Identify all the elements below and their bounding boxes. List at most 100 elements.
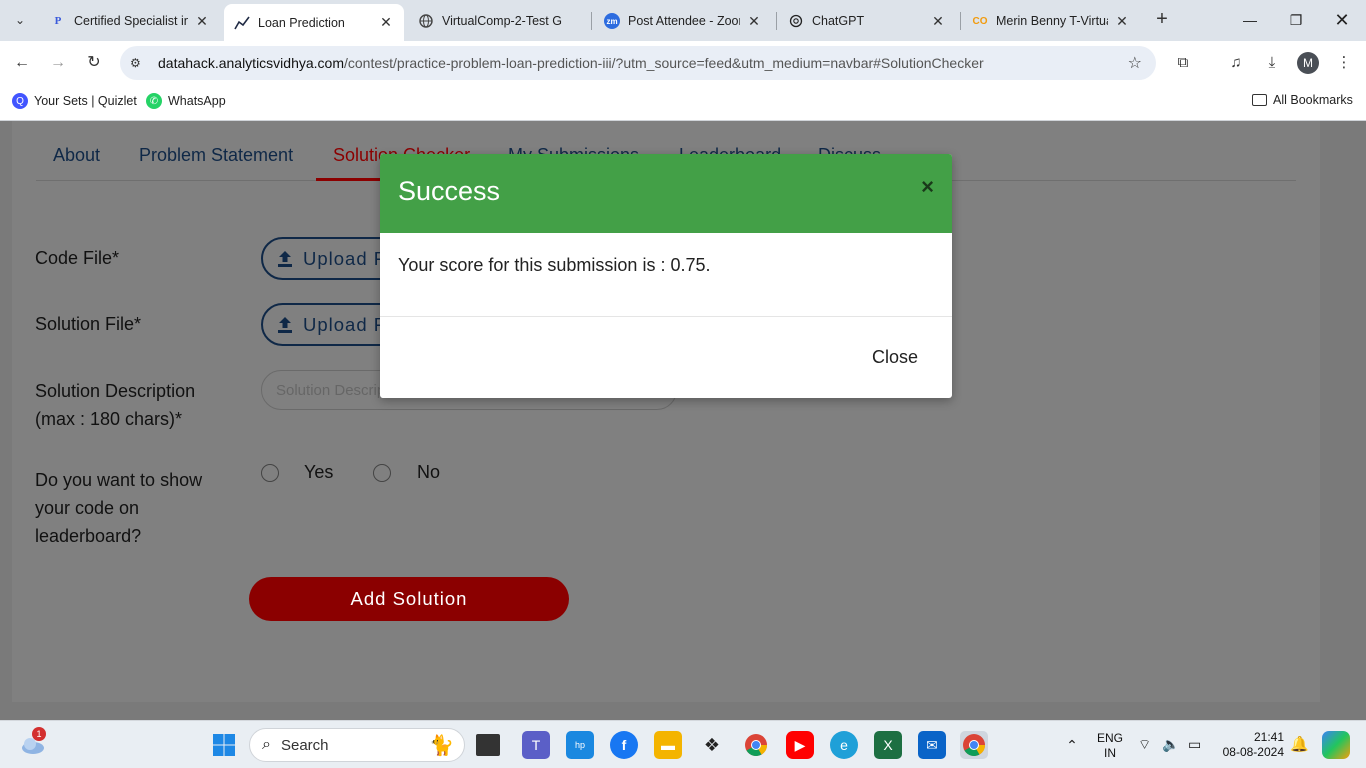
- arrow-left-icon: ←: [14, 54, 30, 71]
- url-text: datahack.analyticsvidhya.com/contest/pra…: [158, 55, 984, 71]
- score-message: Your score for this submission is : 0.75…: [398, 255, 711, 275]
- tab-chatgpt[interactable]: ChatGPT ✕: [778, 6, 956, 36]
- youtube-icon[interactable]: ▶: [786, 731, 814, 759]
- solution-file-label: Solution File*: [35, 314, 142, 334]
- close-window-button[interactable]: ✕: [1322, 8, 1362, 32]
- show-code-no-radio[interactable]: [373, 464, 391, 482]
- tab-problem-statement[interactable]: Problem Statement: [139, 145, 293, 166]
- facebook-icon[interactable]: f: [610, 731, 638, 759]
- p-favicon-icon: P: [54, 15, 62, 27]
- tab-loan-prediction[interactable]: Loan Prediction ✕: [224, 4, 404, 41]
- extensions-icon[interactable]: ⧉: [1171, 51, 1195, 75]
- new-tab-button[interactable]: +: [1150, 8, 1174, 32]
- tab-title: VirtualComp-2-Test G: [442, 14, 562, 28]
- arrow-right-icon: →: [50, 54, 66, 71]
- tab-title: Post Attendee - Zoom: [628, 14, 740, 28]
- close-icon: ✕: [1334, 10, 1350, 30]
- clock-time: 21:41: [1253, 730, 1284, 744]
- bookmark-whatsapp[interactable]: ✆ WhatsApp: [146, 93, 226, 109]
- tab-about[interactable]: About: [53, 145, 100, 166]
- no-label: No: [417, 462, 441, 482]
- dropbox-icon[interactable]: ❖: [698, 731, 726, 759]
- notification-bell-icon[interactable]: 🔔: [1290, 735, 1309, 753]
- clock-date: 08-08-2024: [1222, 745, 1284, 759]
- tab-title: ChatGPT: [812, 14, 865, 28]
- close-icon[interactable]: ✕: [1114, 13, 1130, 30]
- close-icon[interactable]: ✕: [930, 13, 946, 30]
- close-icon[interactable]: ×: [921, 174, 934, 200]
- restore-icon: ❐: [1289, 12, 1303, 28]
- yes-label: Yes: [304, 462, 334, 482]
- search-placeholder: Search: [280, 736, 329, 754]
- chatgpt-icon: [788, 13, 804, 29]
- bookmark-label: Your Sets | Quizlet: [34, 94, 137, 108]
- tab-search-button[interactable]: ⌄: [7, 8, 33, 32]
- address-bar[interactable]: ⚙ datahack.analyticsvidhya.com/contest/p…: [120, 46, 1156, 80]
- add-solution-button[interactable]: Add Solution: [249, 577, 569, 621]
- bookmark-quizlet[interactable]: Q Your Sets | Quizlet: [12, 93, 137, 109]
- lang-line: IN: [1104, 746, 1116, 760]
- chevron-up-icon[interactable]: ⌃: [1058, 731, 1086, 759]
- mail-icon[interactable]: ✉: [918, 731, 946, 759]
- bookmark-label: WhatsApp: [168, 94, 226, 108]
- close-icon[interactable]: ✕: [378, 14, 394, 31]
- tab-separator: [776, 12, 777, 30]
- media-control-icon[interactable]: ♫: [1224, 51, 1248, 75]
- wifi-icon[interactable]: ⌔: [1138, 736, 1151, 754]
- quizlet-icon: Q: [12, 93, 28, 109]
- colab-icon: CO: [972, 15, 988, 27]
- search-icon: ⌕: [262, 736, 271, 753]
- tab-virtualcomp[interactable]: VirtualComp-2-Test G: [408, 6, 588, 36]
- profile-avatar[interactable]: M: [1297, 52, 1319, 74]
- restore-button[interactable]: ❐: [1276, 8, 1316, 32]
- clock[interactable]: 21:41 08-08-2024: [1216, 730, 1284, 760]
- forward-button[interactable]: →: [46, 51, 70, 75]
- modal-body: Your score for this submission is : 0.75…: [380, 233, 952, 317]
- tab-title: Loan Prediction: [258, 15, 345, 30]
- file-explorer-icon[interactable]: ▬: [654, 731, 682, 759]
- excel-icon[interactable]: X: [874, 731, 902, 759]
- chrome-profile-icon[interactable]: [960, 731, 988, 759]
- tab-merin-benny[interactable]: CO Merin Benny T-Virtua ✕: [962, 6, 1140, 36]
- cat-illustration-icon: 🐈: [429, 735, 454, 757]
- modal-close-button[interactable]: Close: [872, 347, 918, 368]
- volume-icon[interactable]: 🔈: [1162, 736, 1179, 753]
- url-domain: datahack.analyticsvidhya.com: [158, 55, 344, 71]
- battery-icon[interactable]: ▭: [1188, 736, 1201, 753]
- folder-icon: [1252, 94, 1267, 106]
- myhp-icon[interactable]: hp: [566, 731, 594, 759]
- tab-zoom[interactable]: zm Post Attendee - Zoom ✕: [594, 6, 772, 36]
- all-bookmarks[interactable]: All Bookmarks: [1252, 93, 1353, 107]
- upload-icon: [277, 316, 293, 334]
- language-indicator[interactable]: ENG IN: [1094, 731, 1126, 761]
- more-menu-icon[interactable]: ⋮: [1332, 51, 1356, 75]
- chevron-down-icon: ⌄: [14, 13, 26, 27]
- browser-toolbar: ← → ↻ ⚙ datahack.analyticsvidhya.com/con…: [0, 41, 1366, 85]
- download-icon[interactable]: ⤓: [1260, 51, 1284, 75]
- taskbar-search[interactable]: ⌕ Search 🐈: [249, 728, 465, 762]
- task-view-icon[interactable]: [476, 734, 500, 756]
- code-file-label: Code File*: [35, 248, 120, 268]
- show-code-label-line: leaderboard?: [35, 526, 142, 546]
- show-code-label-line: your code on: [35, 498, 140, 518]
- back-button[interactable]: ←: [10, 51, 34, 75]
- chart-line-icon: [234, 15, 250, 31]
- lang-line: ENG: [1096, 731, 1123, 745]
- edge-icon[interactable]: e: [830, 731, 858, 759]
- tab-certified-specialist[interactable]: P Certified Specialist in ✕: [40, 6, 220, 36]
- tab-title: Merin Benny T-Virtua: [996, 14, 1108, 28]
- site-settings-icon[interactable]: ⚙: [130, 56, 150, 70]
- close-icon[interactable]: ✕: [194, 13, 210, 30]
- minimize-button[interactable]: —: [1230, 8, 1270, 32]
- description-label-line: Solution Description: [35, 381, 196, 401]
- url-path: /contest/practice-problem-loan-predictio…: [344, 55, 984, 71]
- teams-icon[interactable]: T: [522, 731, 550, 759]
- show-code-yes-radio[interactable]: [261, 464, 279, 482]
- reload-button[interactable]: ↻: [82, 51, 106, 75]
- chrome-icon[interactable]: [742, 731, 770, 759]
- bookmark-star-icon[interactable]: ☆: [1128, 53, 1142, 73]
- bookmark-label: All Bookmarks: [1273, 93, 1353, 107]
- start-button[interactable]: [210, 731, 238, 759]
- close-icon[interactable]: ✕: [746, 13, 762, 30]
- copilot-icon[interactable]: [1322, 731, 1350, 759]
